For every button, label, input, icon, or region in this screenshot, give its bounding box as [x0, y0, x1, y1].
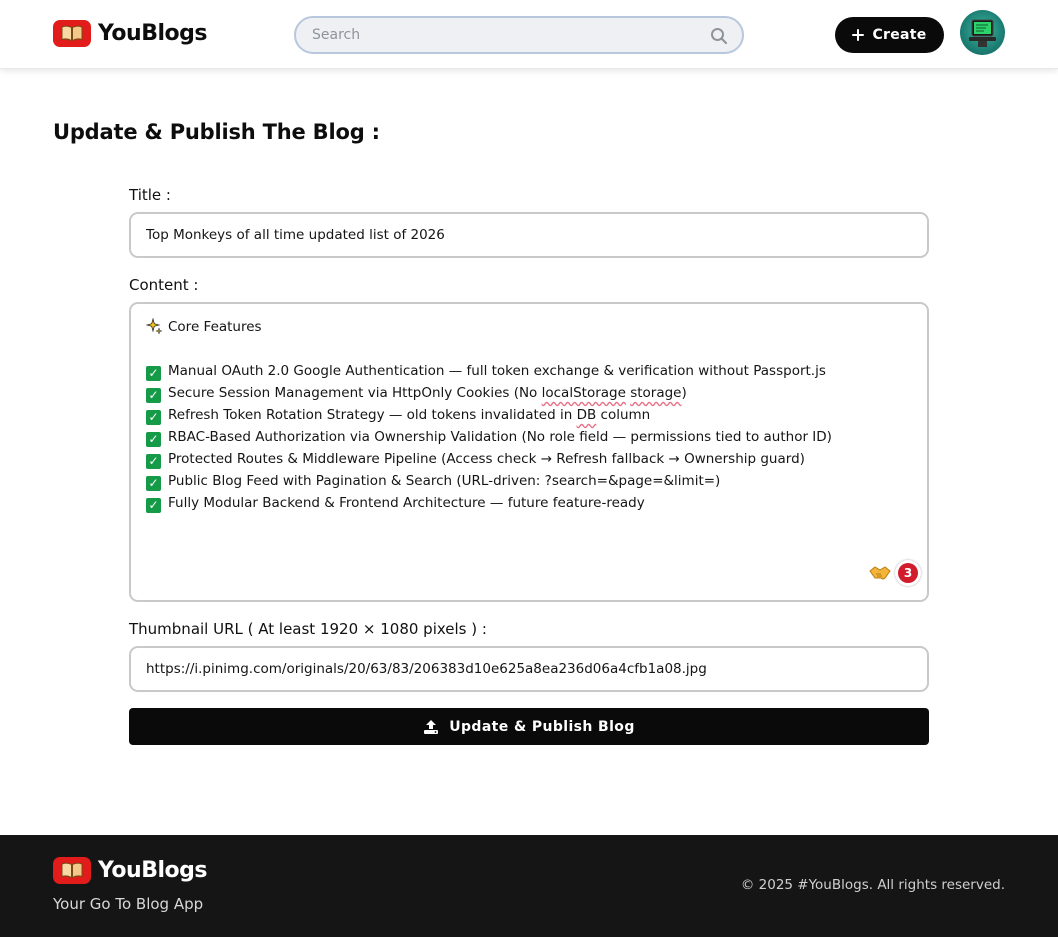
footer-brand-logo[interactable]: YouBlogs [53, 857, 207, 884]
spellcheck-word[interactable]: storage [630, 385, 681, 401]
list-item-text: Secure Session Management via HttpOnly C… [168, 385, 542, 401]
page-title: Update & Publish The Blog : [53, 120, 380, 144]
create-button[interactable]: Create [835, 17, 944, 53]
list-item: ✓ Public Blog Feed with Pagination & Sear… [146, 470, 912, 492]
create-button-label: Create [872, 27, 927, 43]
thumbnail-url-input[interactable] [129, 646, 929, 692]
search-icon[interactable] [710, 27, 728, 45]
content-heading-line: Core Features [146, 316, 912, 338]
content-textarea[interactable]: Core Features ✓ Manual OAuth 2.0 Google A… [129, 302, 929, 602]
check-icon: ✓ [146, 366, 161, 381]
thumbnail-label: Thumbnail URL ( At least 1920 × 1080 pix… [129, 620, 487, 638]
plus-icon [852, 29, 865, 41]
book-logo-icon [53, 20, 91, 47]
content-blank-line [146, 338, 912, 360]
spellcheck-word[interactable]: DB [577, 407, 597, 423]
search-input[interactable] [312, 18, 692, 52]
list-item-text: column [596, 407, 651, 423]
spellcheck-word[interactable]: localStorage [542, 385, 626, 401]
list-item: ✓ Manual OAuth 2.0 Google Authentication … [146, 360, 912, 382]
footer-copyright: © 2025 #YouBlogs. All rights reserved. [740, 877, 1005, 893]
upload-icon [424, 719, 439, 734]
brand-name: YouBlogs [98, 21, 207, 46]
handshake-icon[interactable] [869, 565, 891, 581]
extension-badge-count: 3 [898, 563, 918, 583]
list-item: ✓ Protected Routes & Middleware Pipeline … [146, 448, 912, 470]
list-item-text: Manual OAuth 2.0 Google Authentication —… [168, 363, 826, 379]
list-item: ✓ Secure Session Management via HttpOnly … [146, 382, 912, 404]
check-icon: ✓ [146, 432, 161, 447]
list-item-text: ) [681, 385, 687, 401]
textarea-extension-icons: 3 [869, 560, 921, 586]
check-icon: ✓ [146, 388, 161, 403]
check-icon: ✓ [146, 454, 161, 469]
book-logo-icon [53, 857, 91, 884]
list-item: ✓ Refresh Token Rotation Strategy — old t… [146, 404, 912, 426]
list-item-text: Protected Routes & Middleware Pipeline (… [168, 451, 805, 467]
list-item-text: Public Blog Feed with Pagination & Searc… [168, 473, 721, 489]
extension-badge[interactable]: 3 [895, 560, 921, 586]
footer: YouBlogs Your Go To Blog App © 2025 #You… [0, 835, 1058, 937]
list-item-text: RBAC-Based Authorization via Ownership V… [168, 429, 832, 445]
footer-tagline: Your Go To Blog App [53, 895, 204, 913]
list-item: ✓ RBAC-Based Authorization via Ownership … [146, 426, 912, 448]
footer-brand-name: YouBlogs [98, 858, 207, 883]
check-icon: ✓ [146, 476, 161, 491]
brand-logo[interactable]: YouBlogs [53, 20, 207, 47]
title-label: Title : [129, 186, 171, 204]
search-bar [294, 16, 744, 54]
update-publish-label: Update & Publish Blog [449, 718, 635, 735]
check-icon: ✓ [146, 498, 161, 513]
content-label: Content : [129, 276, 199, 294]
title-input[interactable] [129, 212, 929, 258]
update-publish-button[interactable]: Update & Publish Blog [129, 708, 929, 745]
list-item-text: Fully Modular Backend & Frontend Archite… [168, 495, 645, 511]
content-heading: Core Features [168, 319, 262, 335]
avatar[interactable] [960, 10, 1005, 55]
check-icon: ✓ [146, 410, 161, 425]
list-item: ✓ Fully Modular Backend & Frontend Archit… [146, 492, 912, 514]
list-item-text: Refresh Token Rotation Strategy — old to… [168, 407, 577, 423]
top-navbar: YouBlogs Create [0, 0, 1058, 69]
sparkles-icon [146, 318, 162, 334]
